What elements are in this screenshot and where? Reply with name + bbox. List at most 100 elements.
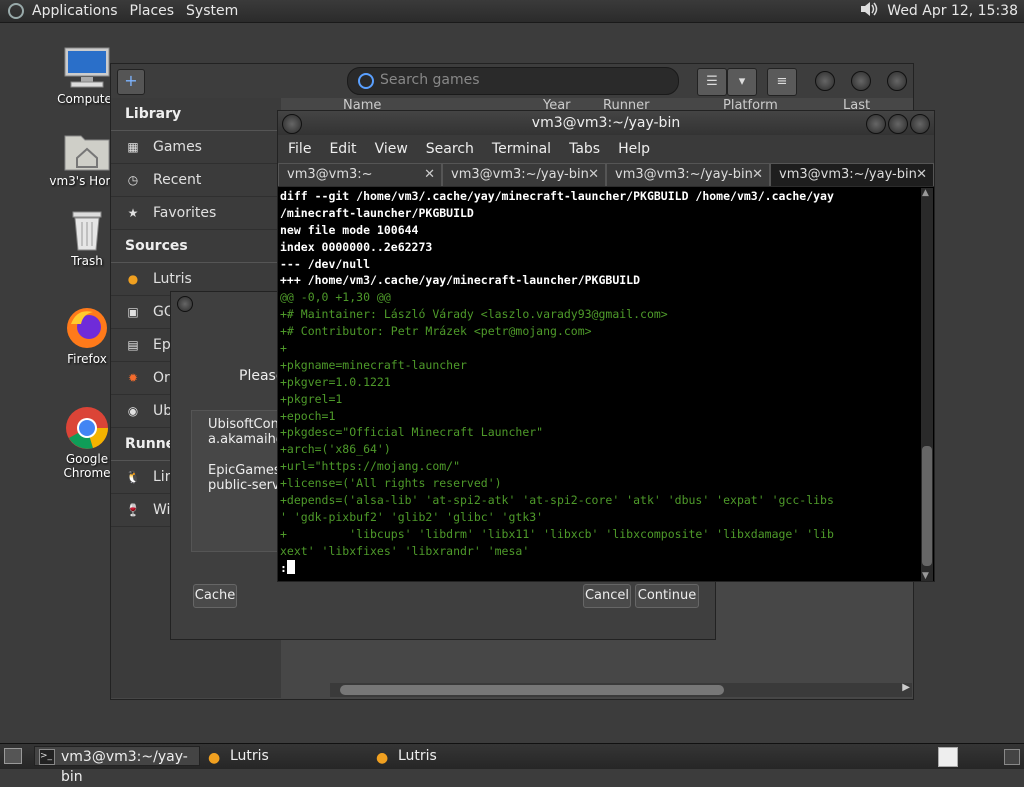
desktop-icon-label: Computer: [57, 92, 117, 106]
lutris-icon: ●: [208, 750, 221, 766]
tab-close-icon[interactable]: ✕: [588, 164, 599, 186]
cancel-button[interactable]: Cancel: [583, 584, 631, 608]
add-game-button[interactable]: +: [117, 69, 145, 95]
close-button[interactable]: [887, 71, 907, 91]
cursor: [286, 559, 295, 574]
menu-view[interactable]: View: [375, 141, 408, 157]
ubisoft-icon: ◉: [127, 404, 139, 418]
desktop-icon-label: Firefox: [67, 352, 107, 366]
clock-icon: ◷: [127, 173, 139, 187]
terminal-menubar: File Edit View Search Terminal Tabs Help: [278, 135, 934, 163]
menu-search[interactable]: Search: [426, 141, 474, 157]
taskbar-item-terminal[interactable]: >_ vm3@vm3:~/yay-bin: [34, 746, 200, 785]
terminal-line: +depends=('alsa-lib' 'at-spi2-atk' 'at-s…: [280, 493, 834, 508]
menu-help[interactable]: Help: [618, 141, 650, 157]
menu-file[interactable]: File: [288, 141, 311, 157]
terminal-menu-button[interactable]: [282, 114, 302, 134]
menu-tabs[interactable]: Tabs: [569, 141, 600, 157]
download-item-name: EpicGames: [208, 463, 281, 478]
terminal-line: +epoch=1: [280, 408, 336, 423]
library-header: Library: [111, 98, 281, 131]
download-item-host: public-servic: [208, 478, 282, 493]
terminal-tab[interactable]: vm3@vm3:~ ✕: [278, 163, 442, 186]
download-item-name: UbisoftConn: [208, 417, 282, 432]
scroll-right-arrow-icon[interactable]: ▶: [902, 682, 910, 693]
desktop-icon-label: Trash: [71, 254, 103, 268]
terminal-line: +: [280, 341, 287, 356]
bottom-panel: >_ vm3@vm3:~/yay-bin ● Lutris ● Lutris: [0, 743, 1024, 785]
lutris-icon: ●: [376, 750, 389, 766]
terminal-tab-active[interactable]: vm3@vm3:~/yay-bin ✕: [770, 163, 934, 186]
terminal-prompt[interactable]: :: [280, 559, 920, 577]
tab-close-icon[interactable]: ✕: [752, 164, 763, 186]
terminal-line: +pkgname=minecraft-launcher: [280, 357, 467, 372]
menu-applications[interactable]: Applications: [32, 0, 118, 22]
terminal-scrollbar[interactable]: ▲ ▼: [921, 188, 933, 581]
terminal-maximize-button[interactable]: [888, 114, 908, 134]
sidebar-item-recent[interactable]: ◷ Recent: [111, 164, 281, 197]
show-desktop-icon[interactable]: [4, 748, 22, 764]
lutris-header: + Search games ☰ ▾ ≡: [111, 64, 913, 98]
workspace-switcher-icon[interactable]: [938, 747, 958, 767]
sidebar-item-games[interactable]: ▦ Games: [111, 131, 281, 164]
terminal-title-bar[interactable]: vm3@vm3:~/yay-bin: [278, 111, 934, 135]
search-games-input[interactable]: Search games: [347, 67, 679, 95]
maximize-button[interactable]: [851, 71, 871, 91]
terminal-line: index 0000000..2e62273: [280, 239, 433, 254]
horizontal-scrollbar[interactable]: ▶: [330, 682, 912, 697]
search-placeholder: Search games: [380, 72, 480, 88]
download-item-host: a.akamaihd.: [208, 432, 282, 447]
computer-icon: [63, 46, 111, 90]
terminal-tab[interactable]: vm3@vm3:~/yay-bin ✕: [442, 163, 606, 186]
scroll-up-arrow-icon[interactable]: ▲: [922, 188, 929, 198]
terminal-line: +pkgver=1.0.1221: [280, 374, 391, 389]
terminal-line: +++ /home/vm3/.cache/yay/minecraft-launc…: [280, 273, 641, 288]
lutris-icon: ●: [127, 272, 139, 286]
scrollbar-thumb[interactable]: [922, 446, 932, 566]
scroll-down-arrow-icon[interactable]: ▼: [922, 571, 929, 581]
cache-button[interactable]: Cache: [193, 584, 237, 608]
terminal-line: xext' 'libxfixes' 'libxrandr' 'mesa': [280, 543, 530, 558]
terminal-line: +# Contributor: Petr Mrázek <petr@mojang…: [280, 324, 592, 339]
download-list: UbisoftConn a.akamaihd. EpicGames public…: [191, 410, 283, 552]
menu-system[interactable]: System: [186, 0, 238, 22]
scrollbar-thumb[interactable]: [340, 685, 724, 695]
terminal-line: diff --git /home/vm3/.cache/yay/minecraf…: [280, 189, 834, 203]
firefox-icon: [63, 306, 111, 350]
terminal-output[interactable]: diff --git /home/vm3/.cache/yay/minecraf…: [280, 188, 920, 581]
continue-button[interactable]: Continue: [635, 584, 699, 608]
terminal-close-button[interactable]: [910, 114, 930, 134]
main-menu-button[interactable]: ≡: [767, 68, 797, 96]
volume-icon[interactable]: [859, 0, 879, 22]
clock[interactable]: Wed Apr 12, 15:38: [887, 3, 1018, 19]
terminal-minimize-button[interactable]: [866, 114, 886, 134]
top-panel: Applications Places System Wed Apr 12, 1…: [0, 0, 1024, 23]
taskbar-item-lutris[interactable]: ● Lutris: [204, 746, 370, 766]
tab-close-icon[interactable]: ✕: [424, 164, 435, 186]
menu-terminal[interactable]: Terminal: [492, 141, 551, 157]
chrome-icon: [63, 406, 111, 450]
tab-close-icon[interactable]: ✕: [916, 164, 927, 186]
dialog-close-button[interactable]: [177, 296, 193, 312]
wine-icon: 🍷: [125, 503, 141, 517]
terminal-line: +pkgrel=1: [280, 391, 343, 406]
terminal-tab[interactable]: vm3@vm3:~/yay-bin ✕: [606, 163, 770, 186]
menu-places[interactable]: Places: [130, 0, 175, 22]
terminal-line: +pkgdesc="Official Minecraft Launcher": [280, 425, 544, 440]
sidebar-item-favorites[interactable]: ★ Favorites: [111, 197, 281, 230]
list-view-button[interactable]: ☰: [697, 68, 727, 96]
terminal-window: vm3@vm3:~/yay-bin File Edit View Search …: [277, 110, 935, 582]
star-icon: ★: [127, 206, 139, 220]
terminal-tabs: vm3@vm3:~ ✕ vm3@vm3:~/yay-bin ✕ vm3@vm3:~/…: [278, 163, 934, 187]
minimize-button[interactable]: [815, 71, 835, 91]
sources-header: Sources: [111, 230, 281, 263]
trash-applet-icon[interactable]: [1004, 749, 1020, 765]
terminal-line: +url="https://mojang.com/": [280, 459, 461, 474]
gamepad-icon: ▦: [127, 140, 139, 154]
distro-logo-icon[interactable]: [8, 3, 24, 19]
menu-edit[interactable]: Edit: [329, 141, 356, 157]
view-dropdown-button[interactable]: ▾: [727, 68, 757, 96]
terminal-line: @@ -0,0 +1,30 @@: [280, 290, 391, 305]
taskbar-item-lutris[interactable]: ● Lutris: [372, 746, 538, 766]
terminal-line: ' 'gdk-pixbuf2' 'glib2' 'glibc' 'gtk3': [280, 509, 544, 524]
